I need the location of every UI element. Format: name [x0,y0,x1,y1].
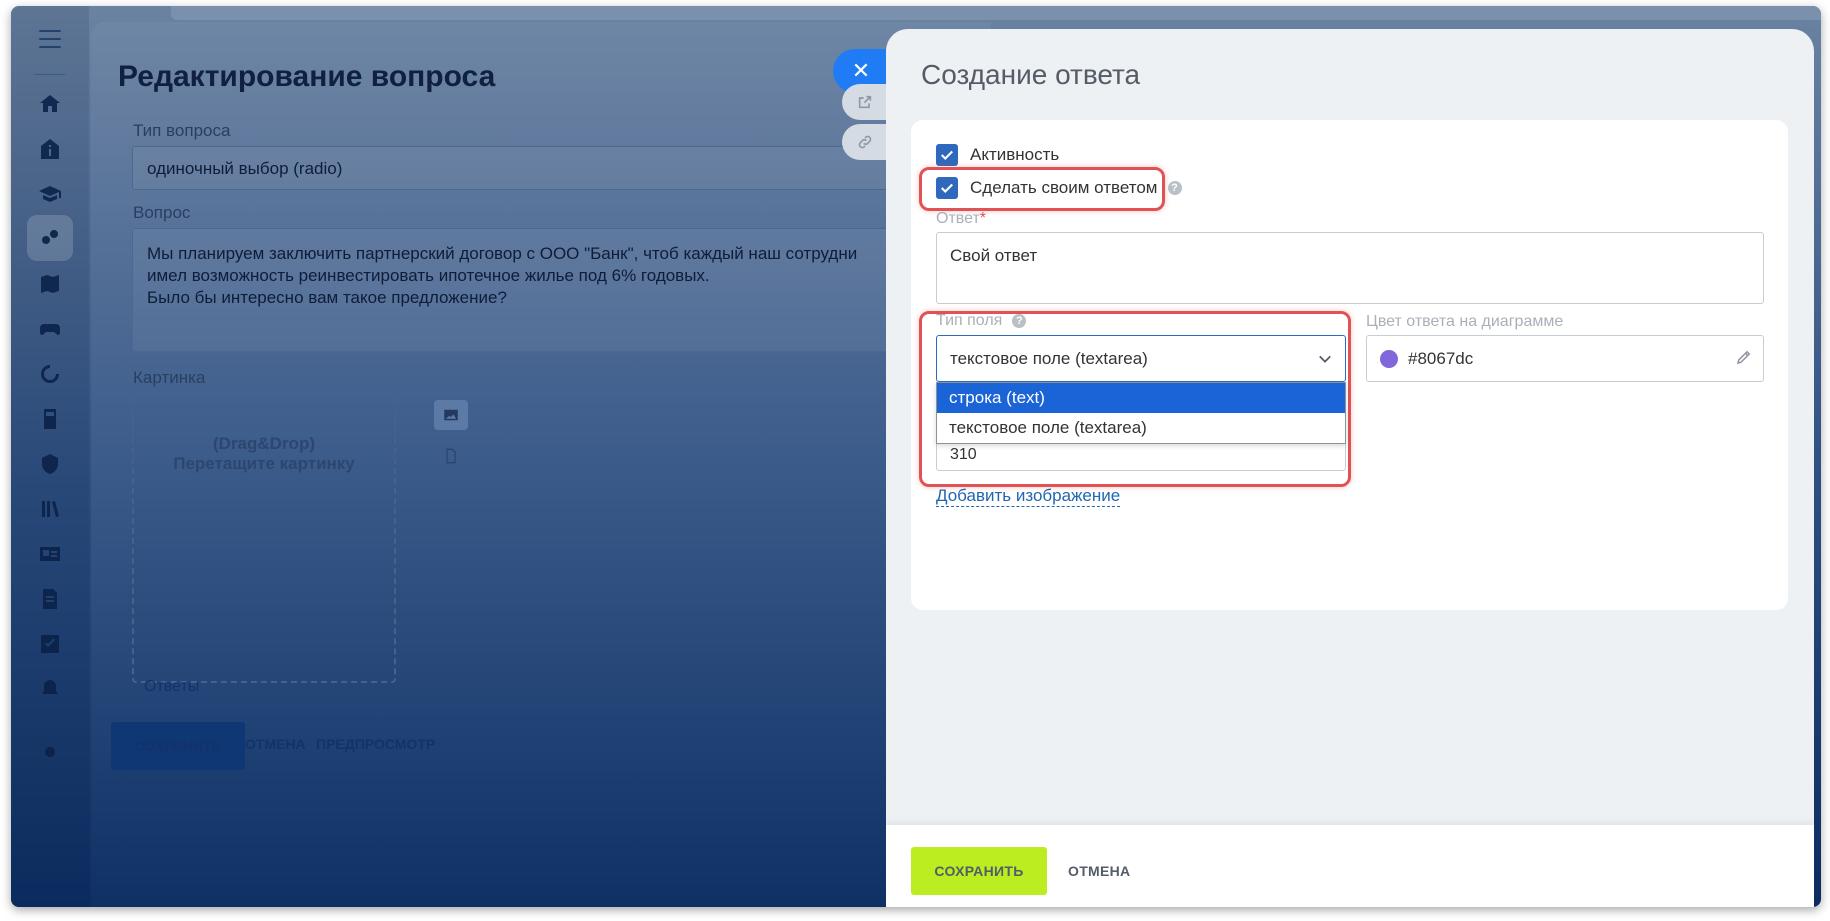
save-button[interactable]: СОХРАНИТЬ [911,847,1047,895]
external-link-icon [858,95,872,109]
settings-icon[interactable] [34,736,66,768]
own-answer-checkbox[interactable] [936,177,958,199]
file-icon[interactable] [443,447,459,470]
question-editor-title: Редактирование вопроса [118,60,496,93]
background-preview-button[interactable]: ПРЕДПРОСМОТР [316,736,435,752]
notifications-icon[interactable] [34,673,66,705]
question-type-label: Тип вопроса [133,121,231,140]
menu-icon[interactable] [39,30,61,48]
answer-label-text: Ответ [936,210,980,227]
polls-icon[interactable] [27,215,73,261]
answers-label: Ответы [144,678,200,695]
image-label: Картинка [133,368,206,387]
library-icon[interactable] [34,493,66,525]
active-checkbox[interactable] [936,144,958,166]
slider-footer: СОХРАНИТЬ ОТМЕНА [886,825,1814,907]
image-upload-icon[interactable] [434,400,468,430]
color-value: #8067dc [1408,348,1474,368]
dropzone-line2: Перетащите картинку [173,454,355,473]
add-image-link[interactable]: Добавить изображение [936,486,1121,507]
link-icon [858,135,872,149]
map-icon[interactable] [34,268,66,300]
close-icon: ✕ [851,58,871,83]
open-new-window-button[interactable] [842,84,888,120]
document-icon[interactable] [34,583,66,615]
home-icon[interactable] [34,88,66,120]
active-label: Активность [970,145,1060,164]
field-type-select[interactable]: текстовое поле (textarea) [936,335,1346,382]
required-mark: * [979,210,987,227]
color-swatch [1380,349,1398,368]
answer-label: Ответ* [936,210,986,228]
cancel-button[interactable]: ОТМЕНА [1068,847,1130,895]
option-text[interactable]: строка (text) [937,383,1345,413]
graduation-cap-icon[interactable] [34,178,66,210]
image-dropzone[interactable]: (Drag&Drop) Перетащите картинку [132,394,396,683]
help-icon[interactable]: ? [1012,314,1027,328]
dropzone-line1: (Drag&Drop) [213,434,315,453]
check-icon [941,183,953,193]
option-textarea[interactable]: текстовое поле (textarea) [937,413,1345,443]
app-window: Редактирование вопроса Тип вопроса одино… [11,6,1821,907]
badge-icon[interactable] [34,448,66,480]
question-label: Вопрос [133,203,191,222]
info-icon[interactable] [34,133,66,165]
active-checkbox-row[interactable]: Активность [936,144,1059,166]
field-type-value: текстовое поле (textarea) [950,348,1148,368]
left-sidebar [11,6,89,907]
slider-title: Создание ответа [921,59,1141,90]
own-answer-checkbox-row[interactable]: Сделать своим ответом ? [936,177,1182,199]
background-save-button[interactable]: СОХРАНИТЬ [111,722,245,770]
gamepad-icon[interactable] [34,313,66,345]
sidebar-divider [35,74,65,75]
answer-create-slider: Создание ответа Активность Сделать своим… [886,29,1814,907]
question-textarea[interactable]: Мы планируем заключить партнерский догов… [132,228,1002,352]
help-icon[interactable]: ? [1167,181,1182,195]
check-icon [941,150,953,160]
checklist-icon[interactable] [34,628,66,660]
pencil-icon[interactable] [1735,348,1753,366]
refresh-user-icon[interactable] [34,358,66,390]
field-type-label: Тип поля [936,312,1003,329]
chevron-down-icon [1319,355,1331,363]
copy-link-button[interactable] [842,124,888,160]
color-input[interactable]: #8067dc [1366,335,1764,382]
book-icon[interactable] [34,403,66,435]
own-answer-label: Сделать своим ответом [970,178,1158,197]
answer-textarea[interactable]: Свой ответ [936,232,1764,304]
field-type-dropdown: строка (text) текстовое поле (textarea) [936,382,1346,444]
answer-form-card: Активность Сделать своим ответом ? Ответ… [911,120,1788,610]
field-type-label-row: Тип поля ? [936,312,1027,330]
background-cancel-button[interactable]: ОТМЕНА [245,736,306,752]
background-panel-strip [171,6,1821,20]
color-label: Цвет ответа на диаграмме [1366,313,1564,330]
id-card-icon[interactable] [34,538,66,570]
